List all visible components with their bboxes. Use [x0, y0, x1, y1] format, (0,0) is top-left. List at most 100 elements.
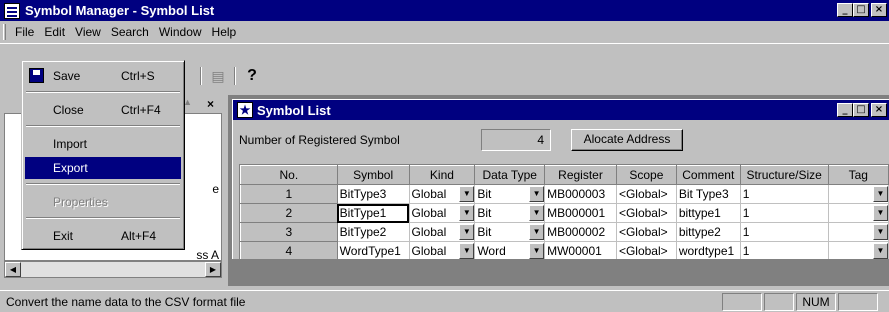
table-row[interactable]: 2 BitType1 Global ▼ Bit ▼ MB000001 <Global…	[240, 203, 889, 223]
register-cell[interactable]: MB000002	[544, 222, 617, 242]
tag-dropdown[interactable]: ▼	[828, 222, 889, 242]
symbol-cell[interactable]: WordType1	[337, 241, 410, 259]
menu-item-close[interactable]: Close Ctrl+F4	[25, 99, 181, 121]
data-type-dropdown[interactable]: Bit ▼	[474, 203, 546, 223]
col-header-tag[interactable]: Tag	[827, 165, 889, 185]
col-header-register[interactable]: Register	[544, 165, 617, 185]
menu-item-import[interactable]: Import	[25, 133, 181, 155]
help-icon[interactable]: ?	[242, 66, 262, 86]
register-cell[interactable]: MW00001	[544, 241, 617, 259]
status-pane	[764, 293, 794, 311]
data-type-dropdown[interactable]: Word ▼	[474, 241, 546, 259]
row-number[interactable]: 1	[240, 184, 338, 204]
title-bar[interactable]: Symbol Manager - Symbol List _ □ ×	[0, 0, 889, 21]
menu-item-label: Save	[53, 69, 81, 83]
scope-cell[interactable]: <Global>	[616, 203, 677, 223]
menu-file[interactable]: File	[10, 25, 39, 39]
col-header-data-type[interactable]: Data Type	[474, 165, 546, 185]
scope-cell[interactable]: <Global>	[616, 241, 677, 259]
menu-edit[interactable]: Edit	[39, 25, 70, 39]
app-icon[interactable]	[4, 2, 20, 19]
row-number[interactable]: 3	[240, 222, 338, 242]
table-row[interactable]: 3 BitType2 Global ▼ Bit ▼ MB000002 <Global…	[240, 222, 889, 242]
data-type-dropdown[interactable]: Bit ▼	[474, 222, 546, 242]
col-header-kind[interactable]: Kind	[408, 165, 476, 185]
minimize-button[interactable]: _	[837, 3, 853, 17]
tag-dropdown[interactable]: ▼	[828, 203, 889, 223]
comment-cell[interactable]: Bit Type3	[676, 184, 741, 204]
maximize-button[interactable]: □	[853, 3, 869, 17]
size-cell[interactable]: 1	[740, 203, 829, 223]
kind-dropdown[interactable]: Global ▼	[409, 241, 476, 259]
menu-help[interactable]: Help	[207, 25, 242, 39]
close-button[interactable]: ×	[871, 3, 887, 17]
size-cell[interactable]: 1	[740, 241, 829, 259]
child-maximize-button[interactable]: □	[853, 103, 869, 117]
menu-search[interactable]: Search	[106, 25, 154, 39]
status-pane	[722, 293, 762, 311]
kind-dropdown[interactable]: Global ▼	[409, 203, 476, 223]
kind-value: Global	[411, 187, 447, 201]
menu-item-exit[interactable]: Exit Alt+F4	[25, 225, 181, 247]
menu-grip[interactable]	[3, 24, 6, 40]
dropdown-arrow-icon[interactable]: ▼	[529, 186, 544, 202]
data-type-value: Bit	[477, 225, 492, 239]
table-row[interactable]: 4 WordType1 Global ▼ Word ▼ MW00001 <Globa…	[240, 241, 889, 259]
col-header-structure-size[interactable]: Structure/Size	[739, 165, 829, 185]
col-header-no[interactable]: No.	[240, 165, 338, 185]
dropdown-arrow-icon[interactable]: ▼	[459, 205, 474, 221]
child-title-bar[interactable]: ★ Symbol List	[233, 100, 889, 120]
pane-close-icon[interactable]: ×	[207, 97, 214, 111]
size-cell[interactable]: 1	[740, 184, 829, 204]
scroll-right-icon[interactable]: ▶	[205, 262, 221, 277]
dropdown-arrow-icon[interactable]: ▼	[459, 243, 474, 259]
menu-item-save[interactable]: Save Ctrl+S	[25, 65, 181, 87]
status-pane	[838, 293, 878, 311]
data-type-dropdown[interactable]: Bit ▼	[474, 184, 546, 204]
register-cell[interactable]: MB000001	[544, 203, 617, 223]
scroll-left-icon[interactable]: ◀	[5, 262, 21, 277]
child-minimize-button[interactable]: _	[837, 103, 853, 117]
col-header-scope[interactable]: Scope	[615, 165, 677, 185]
dropdown-arrow-icon[interactable]: ▼	[459, 224, 474, 240]
comment-cell[interactable]: wordtype1	[676, 241, 741, 259]
col-header-symbol[interactable]: Symbol	[336, 165, 410, 185]
row-number[interactable]: 2	[240, 203, 338, 223]
print-icon[interactable]: ▤	[208, 66, 228, 86]
kind-dropdown[interactable]: Global ▼	[409, 222, 476, 242]
data-type-value: Bit	[477, 187, 492, 201]
dropdown-arrow-icon[interactable]: ▼	[529, 205, 544, 221]
dropdown-arrow-icon[interactable]: ▼	[873, 205, 888, 221]
kind-dropdown[interactable]: Global ▼	[409, 184, 476, 204]
menu-window[interactable]: Window	[154, 25, 207, 39]
scope-cell[interactable]: <Global>	[616, 222, 677, 242]
register-cell[interactable]: MB000003	[544, 184, 617, 204]
horizontal-scrollbar[interactable]: ◀ ▶	[4, 261, 222, 278]
tag-dropdown[interactable]: ▼	[828, 184, 889, 204]
child-close-button[interactable]: ×	[871, 103, 887, 117]
dropdown-arrow-icon[interactable]: ▼	[529, 243, 544, 259]
comment-cell[interactable]: bittype2	[676, 222, 741, 242]
menu-item-properties: Properties	[25, 191, 181, 213]
scope-cell[interactable]: <Global>	[616, 184, 677, 204]
save-icon	[29, 68, 44, 83]
col-header-comment[interactable]: Comment	[675, 165, 741, 185]
dropdown-arrow-icon[interactable]: ▼	[529, 224, 544, 240]
menu-view[interactable]: View	[70, 25, 106, 39]
comment-cell[interactable]: bittype1	[676, 203, 741, 223]
symbol-cell[interactable]: BitType3	[337, 184, 410, 204]
row-number[interactable]: 4	[240, 241, 338, 259]
menu-separator	[26, 217, 180, 219]
tag-dropdown[interactable]: ▼	[828, 241, 889, 259]
allocate-address-button[interactable]: Alocate Address	[571, 129, 683, 151]
dropdown-arrow-icon[interactable]: ▼	[459, 186, 474, 202]
symbol-cell[interactable]: BitType2	[337, 222, 410, 242]
dropdown-arrow-icon[interactable]: ▼	[873, 243, 888, 259]
dropdown-arrow-icon[interactable]: ▼	[873, 186, 888, 202]
info-bar: Number of Registered Symbol 4 Alocate Ad…	[233, 125, 889, 155]
table-row[interactable]: 1 BitType3 Global ▼ Bit ▼ MB000003 <Global…	[240, 184, 889, 204]
menu-item-export[interactable]: Export	[25, 157, 181, 179]
size-cell[interactable]: 1	[740, 222, 829, 242]
dropdown-arrow-icon[interactable]: ▼	[873, 224, 888, 240]
symbol-cell[interactable]: BitType1	[337, 203, 410, 223]
